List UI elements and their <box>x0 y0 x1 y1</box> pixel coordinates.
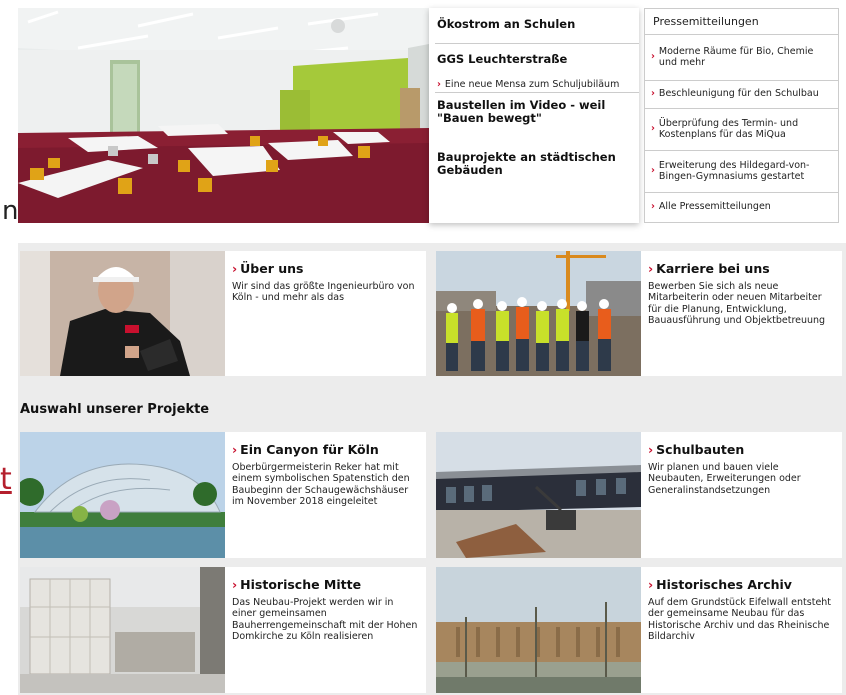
card-title[interactable]: › Karriere bei uns <box>648 261 836 276</box>
chevron-right-icon: › <box>648 261 654 276</box>
section-title: Auswahl unserer Projekte <box>20 402 210 417</box>
hero-nav-item-oekostrom[interactable]: Ökostrom an Schulen <box>429 18 639 31</box>
press-item-label: Überprüfung des Termin- und Kostenplans … <box>658 117 799 140</box>
press-item-all[interactable]: › Alle Pressemitteilungen <box>645 193 838 221</box>
image-archive-building <box>436 567 641 693</box>
classroom-illustration <box>18 8 429 223</box>
chevron-right-icon: › <box>651 51 655 63</box>
card-project-canyon[interactable]: › Ein Canyon für Köln Oberbürgermeisterin… <box>20 432 426 558</box>
image-historic-center-rendering <box>20 567 225 693</box>
press-item-label: Alle Pressemitteilungen <box>658 200 771 212</box>
hero-nav-item-ggs[interactable]: GGS Leuchterstraße <box>429 53 639 66</box>
chevron-right-icon: › <box>232 261 238 276</box>
chevron-right-icon: › <box>232 577 238 592</box>
press-item-label: Erweiterung des Hildegard-von-Bingen-Gym… <box>658 159 810 182</box>
card-title[interactable]: › Über uns <box>232 261 420 276</box>
card-ueber-uns[interactable]: › Über uns Wir sind das größte Ingenieurb… <box>20 251 426 376</box>
press-item-label: Moderne Räume für Bio, Chemie und mehr <box>658 45 814 68</box>
press-item[interactable]: › Beschleunigung für den Schulbau <box>645 81 838 109</box>
card-title-label: Historische Mitte <box>240 577 362 592</box>
divider <box>435 43 639 44</box>
card-karriere[interactable]: › Karriere bei uns Bewerben Sie sich als … <box>436 251 842 376</box>
card-description: Wir sind das größte Ingenieurbüro von Kö… <box>232 281 415 304</box>
card-title-label: Ein Canyon für Köln <box>240 442 379 457</box>
image-construction-team <box>436 251 641 376</box>
hero-nav-subitem-label: Eine neue Mensa zum Schuljubiläum <box>444 79 620 90</box>
chevron-right-icon: › <box>437 79 441 90</box>
chevron-right-icon: › <box>232 442 238 457</box>
card-title-label: Historisches Archiv <box>656 577 792 592</box>
press-heading: Pressemitteilungen <box>645 9 838 35</box>
edge-link-letter[interactable]: t <box>0 462 12 497</box>
hero-navigation-panel: Ökostrom an Schulen GGS Leuchterstraße ›… <box>429 8 639 223</box>
card-description: Bewerben Sie sich als neue Mitarbeiterin… <box>648 281 826 327</box>
chevron-right-icon: › <box>651 123 655 135</box>
card-project-schulbauten[interactable]: › Schulbauten Wir planen und bauen viele … <box>436 432 842 558</box>
edge-letter: n <box>2 196 19 226</box>
left-edge-strip: n t <box>0 0 18 695</box>
card-description: Auf dem Grundstück Eifelwall entsteht de… <box>648 597 832 643</box>
card-description: Das Neubau-Projekt werden wir in einer g… <box>232 597 418 643</box>
hero-nav-item-baustellen-video[interactable]: Baustellen im Video - weil "Bauen bewegt… <box>429 99 639 124</box>
card-title-label: Über uns <box>240 261 304 276</box>
press-item-label: Beschleunigung für den Schulbau <box>658 88 819 100</box>
hero-nav-subitem-mensa[interactable]: › Eine neue Mensa zum Schuljubiläum <box>429 79 639 90</box>
hero-image-classroom[interactable] <box>18 8 429 223</box>
card-title[interactable]: › Ein Canyon für Köln <box>232 442 420 457</box>
card-title-label: Karriere bei uns <box>656 261 770 276</box>
press-item[interactable]: › Überprüfung des Termin- und Kostenplans… <box>645 109 838 151</box>
chevron-right-icon: › <box>651 165 655 177</box>
chevron-right-icon: › <box>648 442 654 457</box>
divider <box>435 92 639 93</box>
chevron-right-icon: › <box>648 577 654 592</box>
card-project-historisches-archiv[interactable]: › Historisches Archiv Auf dem Grundstück … <box>436 567 842 693</box>
press-releases-box: Pressemitteilungen › Moderne Räume für Bi… <box>644 8 839 223</box>
image-school-construction <box>436 432 641 558</box>
image-engineer-with-helmet <box>20 251 225 376</box>
chevron-right-icon: › <box>651 88 655 100</box>
chevron-right-icon: › <box>651 200 655 212</box>
press-item[interactable]: › Erweiterung des Hildegard-von-Bingen-Gy… <box>645 151 838 193</box>
press-item[interactable]: › Moderne Räume für Bio, Chemie und mehr <box>645 35 838 81</box>
card-project-historische-mitte[interactable]: › Historische Mitte Das Neubau-Projekt we… <box>20 567 426 693</box>
card-title[interactable]: › Schulbauten <box>648 442 836 457</box>
card-title[interactable]: › Historisches Archiv <box>648 577 836 592</box>
image-greenhouse-rendering <box>20 432 225 558</box>
card-title-label: Schulbauten <box>656 442 745 457</box>
card-description: Wir planen und bauen viele Neubauten, Er… <box>648 462 801 496</box>
hero-nav-item-bauprojekte[interactable]: Bauprojekte an städtischen Gebäuden <box>429 151 639 176</box>
card-description: Oberbürgermeisterin Reker hat mit einem … <box>232 462 410 508</box>
card-title[interactable]: › Historische Mitte <box>232 577 420 592</box>
